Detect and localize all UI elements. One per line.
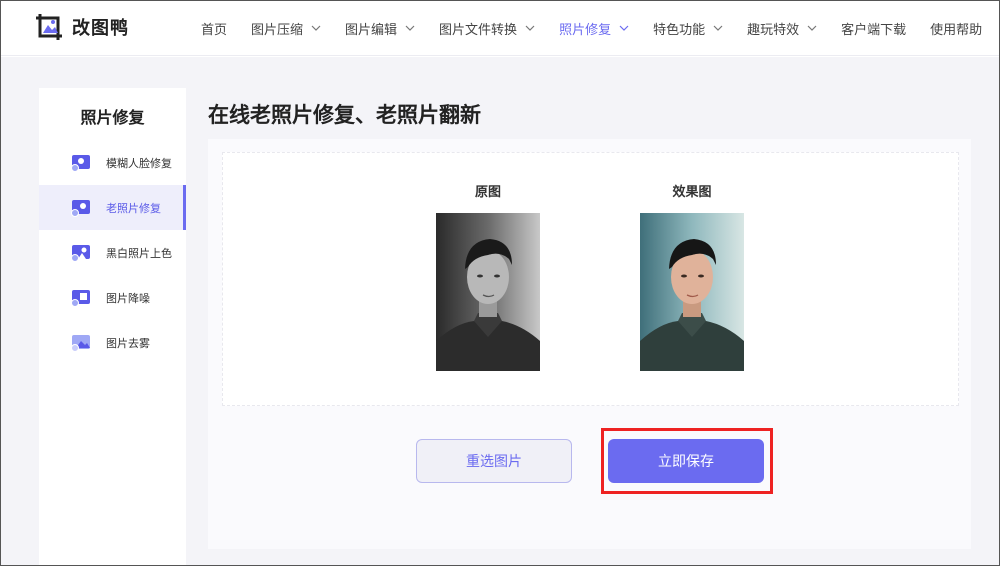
original-label: 原图 bbox=[474, 185, 501, 200]
chevron-down-icon bbox=[405, 25, 415, 31]
nav-label: 趣玩特效 bbox=[747, 22, 800, 38]
dehaze-icon bbox=[70, 334, 92, 352]
top-navbar: 改图鸭 首页 图片压缩 图片编辑 图片文件转换 照片修复 特色功能 趣玩特效 客… bbox=[0, 0, 1000, 56]
nav-file-convert[interactable]: 图片文件转换 bbox=[439, 19, 535, 38]
nav-label: 照片修复 bbox=[559, 22, 612, 38]
old-photo-icon bbox=[70, 199, 92, 217]
chevron-down-icon bbox=[713, 25, 723, 31]
nav-label: 首页 bbox=[201, 22, 228, 38]
sidebar-item-face-repair[interactable]: 模糊人脸修复 bbox=[39, 140, 186, 185]
nav-label: 使用帮助 bbox=[930, 22, 983, 38]
page-title: 在线老照片修复、老照片翻新 bbox=[208, 103, 481, 127]
sidebar-item-label: 黑白照片上色 bbox=[106, 246, 172, 260]
sidebar-item-dehaze[interactable]: 图片去雾 bbox=[39, 320, 186, 365]
sidebar-item-label: 图片去雾 bbox=[106, 336, 150, 350]
result-photo bbox=[640, 213, 744, 371]
result-label: 效果图 bbox=[672, 185, 712, 200]
image-crop-logo-icon bbox=[34, 12, 64, 42]
highlight-box bbox=[601, 428, 773, 494]
sidebar-item-label: 模糊人脸修复 bbox=[106, 156, 172, 170]
chevron-down-icon bbox=[807, 25, 817, 31]
sidebar-item-label: 图片降噪 bbox=[106, 291, 150, 305]
nav-label: 图片文件转换 bbox=[439, 22, 518, 38]
preview-area bbox=[222, 152, 959, 406]
chevron-down-icon bbox=[311, 25, 321, 31]
nav-label: 图片压缩 bbox=[251, 22, 304, 38]
nav-photo-repair[interactable]: 照片修复 bbox=[559, 19, 629, 38]
reselect-image-button[interactable]: 重选图片 bbox=[416, 439, 572, 483]
original-photo bbox=[436, 213, 540, 371]
sidebar-item-denoise[interactable]: 图片降噪 bbox=[39, 275, 186, 320]
brand-name: 改图鸭 bbox=[72, 18, 129, 39]
sidebar-title: 照片修复 bbox=[80, 108, 145, 127]
nav-fun-effects[interactable]: 趣玩特效 bbox=[747, 19, 817, 38]
nav-home[interactable]: 首页 bbox=[201, 19, 227, 38]
sidebar-item-label: 老照片修复 bbox=[106, 201, 161, 215]
nav-label: 特色功能 bbox=[653, 22, 706, 38]
nav-help[interactable]: 使用帮助 bbox=[930, 19, 982, 38]
main-nav: 首页 图片压缩 图片编辑 图片文件转换 照片修复 特色功能 趣玩特效 客户端下载… bbox=[201, 0, 982, 56]
colorize-icon bbox=[70, 244, 92, 262]
nav-features[interactable]: 特色功能 bbox=[653, 19, 723, 38]
nav-image-compress[interactable]: 图片压缩 bbox=[251, 19, 321, 38]
sidebar-item-colorize[interactable]: 黑白照片上色 bbox=[39, 230, 186, 275]
nav-image-edit[interactable]: 图片编辑 bbox=[345, 19, 415, 38]
sidebar-item-old-photo[interactable]: 老照片修复 bbox=[39, 185, 186, 230]
chevron-down-icon bbox=[619, 25, 629, 31]
denoise-icon bbox=[70, 289, 92, 307]
nav-client-download[interactable]: 客户端下载 bbox=[841, 19, 906, 38]
brand[interactable]: 改图鸭 bbox=[34, 12, 129, 42]
nav-label: 客户端下载 bbox=[841, 22, 907, 38]
chevron-down-icon bbox=[525, 25, 535, 31]
sidebar: 照片修复 模糊人脸修复 老照片修复 黑白照片上色 图片降噪 图片去雾 bbox=[39, 88, 186, 566]
face-repair-icon bbox=[70, 154, 92, 172]
nav-label: 图片编辑 bbox=[345, 22, 398, 38]
